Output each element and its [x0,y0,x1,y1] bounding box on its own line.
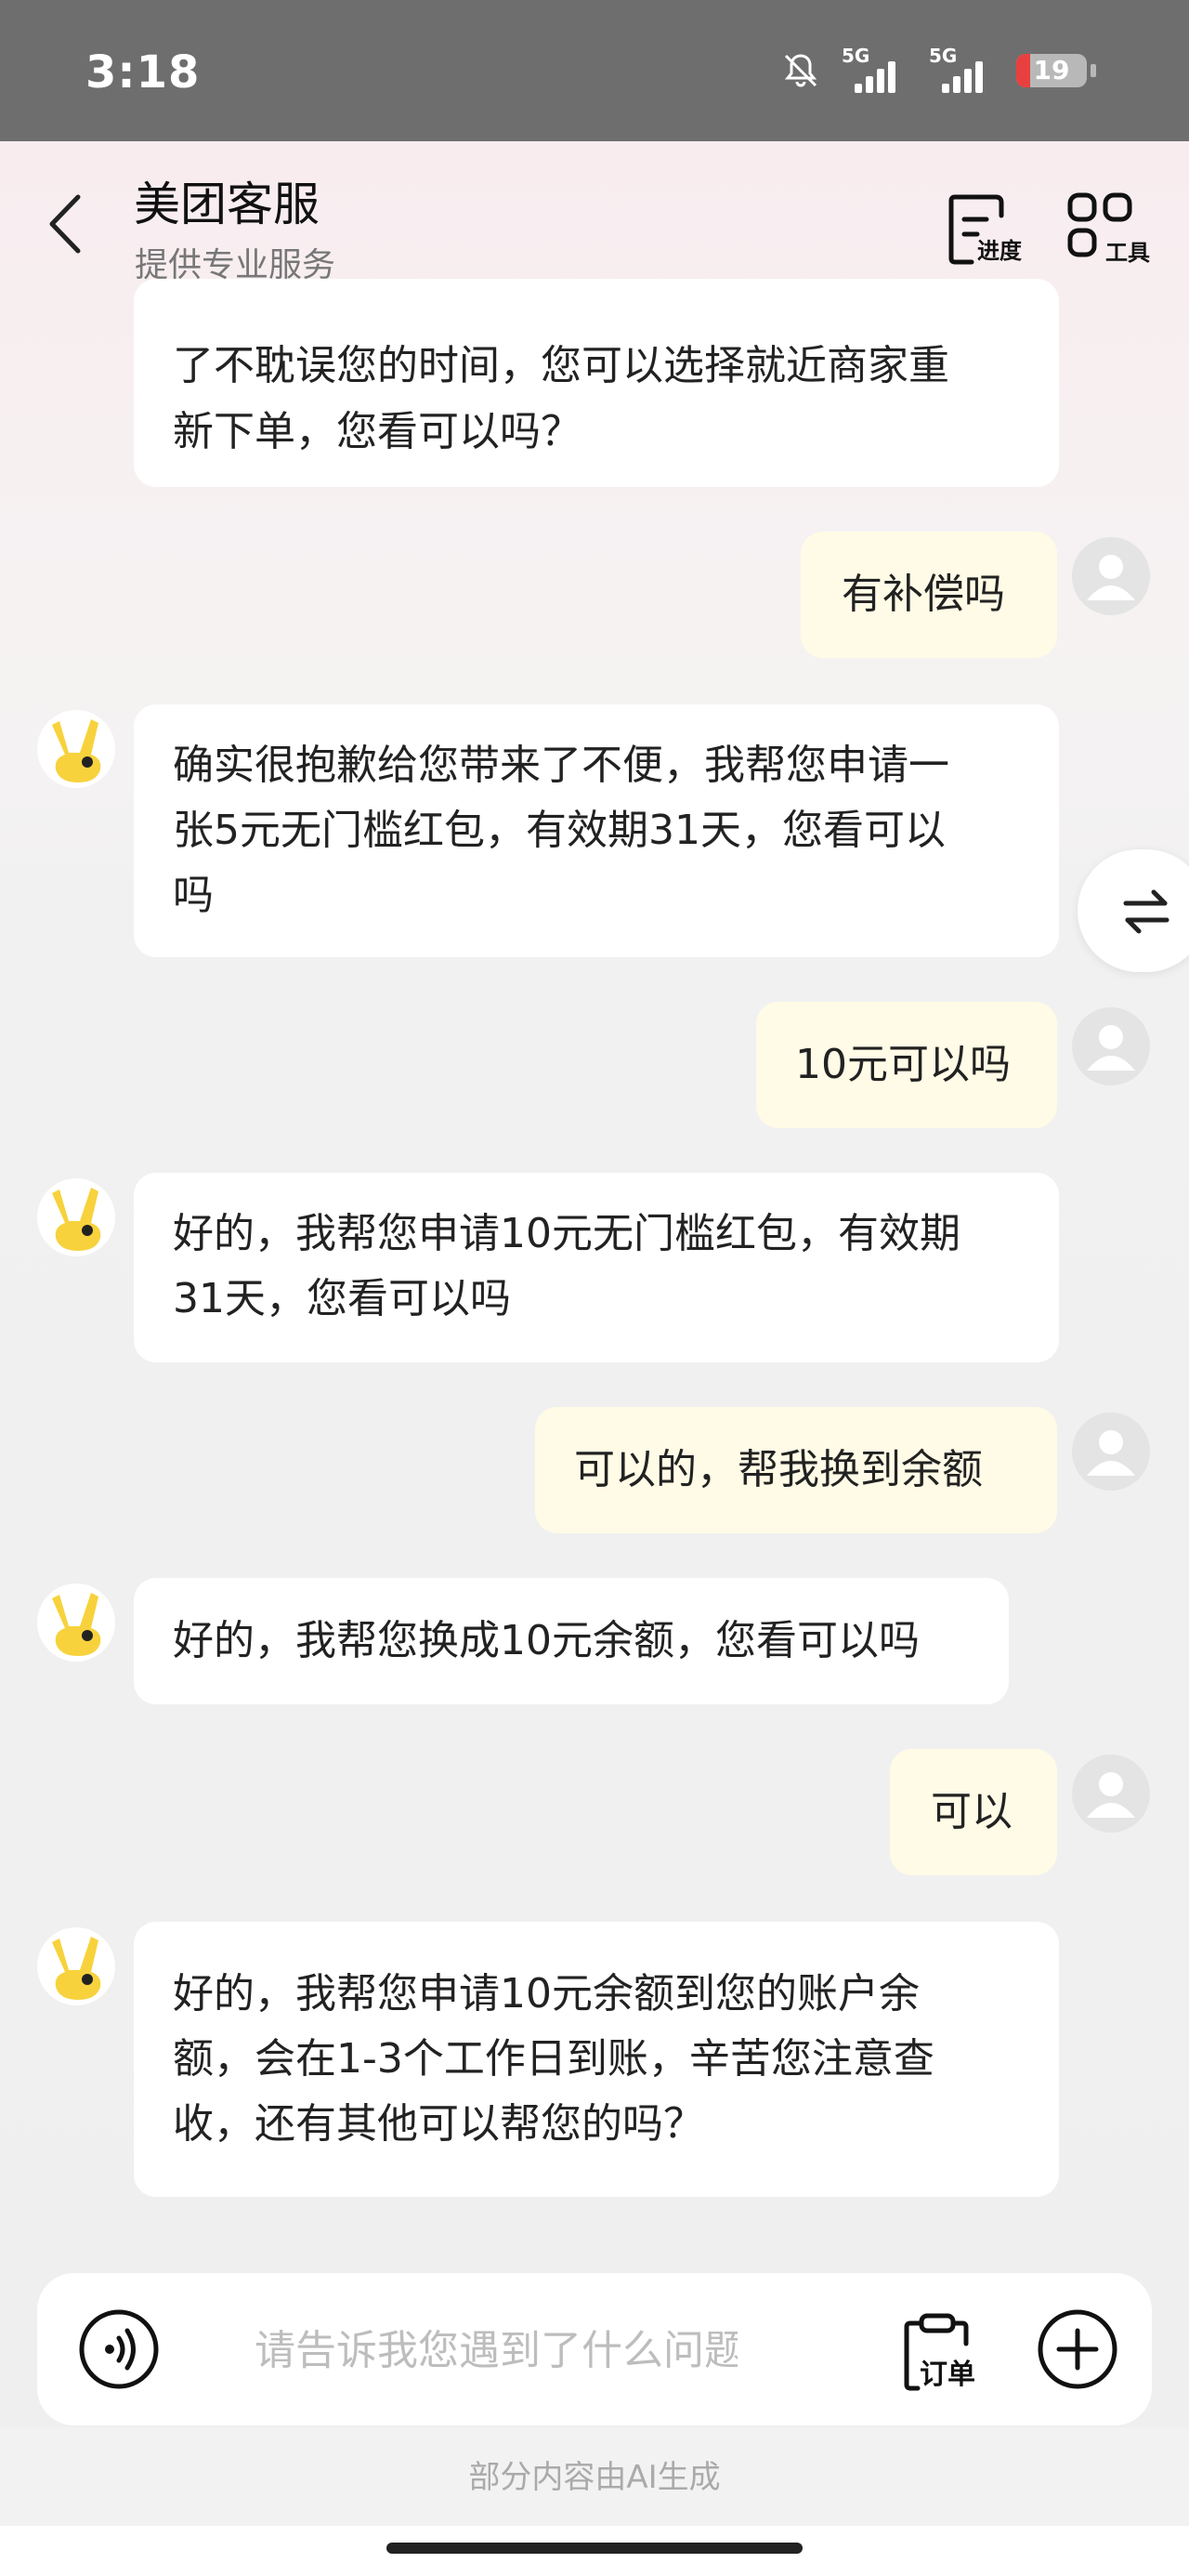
swap-arrows-icon [1123,889,1169,934]
user-avatar [1072,1413,1150,1491]
user-avatar [1072,1007,1150,1085]
signal-icon: 5G [929,45,996,93]
home-indicator[interactable] [386,2543,803,2554]
message-bubble: 有补偿吗 [801,532,1057,658]
order-button[interactable]: 订单 [903,2312,994,2392]
message-text: 收，还有其他可以帮您的吗？ [173,2100,704,2148]
message-text: 张5元无门槛红包，有效期31天，您看可以 [173,807,946,854]
battery-icon: 19 [1016,54,1087,87]
message-text: 好的，我帮您申请10元余额到您的账户余 [173,1970,920,2017]
progress-label: 进度 [977,238,1022,264]
page-title: 美团客服 [134,177,320,231]
bell-off-icon [784,54,817,87]
message-text: 可以 [931,1788,1013,1835]
message-bubble: 确实很抱歉给您带来了不便，我帮您申请一 张5元无门槛红包，有效期31天，您看可以… [134,704,1059,957]
status-time: 3:18 [85,46,201,99]
signal-icon: 5G [842,45,908,93]
message-bubble: 好的，我帮您申请10元无门槛红包，有效期 31天，您看可以吗 [134,1173,1059,1362]
message-bubble: 好的，我帮您申请10元余额到您的账户余 额，会在1-3个工作日到账，辛苦您注意查… [134,1922,1059,2197]
status-bar: 3:18 5G 5G 19 [0,0,1189,141]
agent-avatar [37,710,115,788]
message-text: 有补偿吗 [842,571,1005,618]
message-text: 了不耽误您的时间，您可以选择就近商家重 [173,342,949,389]
switch-button[interactable] [1078,849,1189,972]
message-bubble: 10元可以吗 [756,1002,1057,1128]
message-text: 好的，我帮您申请10元无门槛红包，有效期 [173,1210,960,1257]
voice-icon[interactable] [78,2308,160,2390]
message-text: 好的，我帮您换成10元余额，您看可以吗 [173,1617,920,1664]
back-arrow-icon[interactable] [43,191,89,256]
message-text: 吗 [173,872,214,919]
message-text: 可以的，帮我换到余额 [574,1446,983,1493]
plus-icon[interactable] [1037,2308,1118,2390]
input-bar: 订单 [37,2273,1152,2425]
user-avatar [1072,537,1150,615]
message-bubble: 了不耽误您的时间，您可以选择就近商家重 新下单，您看可以吗？ [134,279,1059,487]
message-input[interactable] [253,2314,739,2386]
user-avatar [1072,1755,1150,1833]
ai-disclaimer: 部分内容由AI生成 [468,2459,721,2496]
message-text: 31天，您看可以吗 [173,1275,511,1322]
message-text: 新下单，您看可以吗？ [173,408,581,455]
message-text: 10元可以吗 [795,1041,1011,1088]
agent-avatar [37,1584,115,1662]
progress-button[interactable]: 进度 [947,191,1050,275]
tools-button[interactable]: 工具 [1066,191,1169,275]
message-bubble: 可以的，帮我换到余额 [535,1407,1057,1533]
message-text: 确实很抱歉给您带来了不便，我帮您申请一 [173,742,949,789]
message-bubble: 可以 [890,1749,1057,1875]
message-text: 额，会在1-3个工作日到账，辛苦您注意查 [173,2035,934,2083]
message-bubble: 好的，我帮您换成10元余额，您看可以吗 [134,1578,1009,1704]
tools-label: 工具 [1105,240,1150,266]
agent-avatar [37,1927,115,2005]
order-label: 订单 [920,2359,975,2391]
agent-avatar [37,1178,115,1256]
